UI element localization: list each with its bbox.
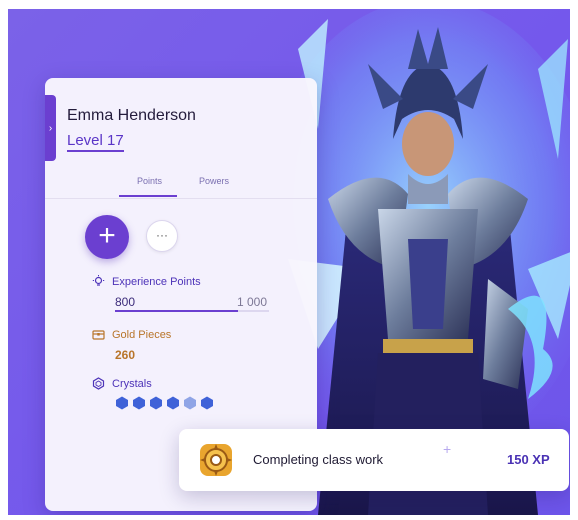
lightbulb-icon [92, 275, 105, 288]
crystal-meter [115, 396, 214, 410]
experience-progress-bar [115, 310, 269, 312]
more-options-button[interactable]: ··· [146, 220, 178, 252]
hero-background: › Emma Henderson Level 17 Points Powers … [8, 9, 570, 515]
crystals-text: Crystals [112, 377, 152, 390]
plus-icon: + [443, 441, 452, 457]
notification-text: Completing class work [253, 452, 384, 467]
crystal-hexagon [150, 396, 162, 410]
crystal-hexagon [133, 396, 145, 410]
xp-reward: 150 XP [507, 452, 550, 467]
gold-pieces-label: Gold Pieces [92, 328, 171, 341]
crystal-hexagon [167, 396, 179, 410]
gold-pieces-text: Gold Pieces [112, 328, 172, 341]
gear-badge-icon [200, 444, 232, 476]
xp-notification: Completing class work + 150 XP [179, 429, 569, 491]
level-link[interactable]: Level 17 [67, 132, 124, 152]
gold-value: 260 [115, 348, 136, 362]
experience-progress-fill [115, 310, 239, 312]
experience-max: 1 000 [237, 295, 268, 309]
add-points-button[interactable]: + [85, 215, 129, 259]
crystal-icon [92, 377, 105, 390]
experience-value: 800 [115, 295, 136, 309]
tab-points[interactable]: Points [137, 176, 162, 186]
treasure-chest-icon [92, 328, 105, 341]
active-tab-indicator [119, 195, 177, 197]
chevron-right-icon: › [48, 122, 53, 134]
crystal-hexagon [184, 396, 196, 410]
user-name: Emma Henderson [67, 107, 196, 124]
crystal-hexagon [116, 396, 128, 410]
crystal-hexagon [201, 396, 213, 410]
tab-powers[interactable]: Powers [199, 176, 229, 186]
crystals-label: Crystals [92, 377, 152, 390]
experience-points-text: Experience Points [112, 275, 201, 288]
experience-points-label: Experience Points [92, 275, 201, 288]
tab-bar: Points Powers [45, 176, 317, 199]
panel-toggle-button[interactable]: › [45, 95, 56, 161]
